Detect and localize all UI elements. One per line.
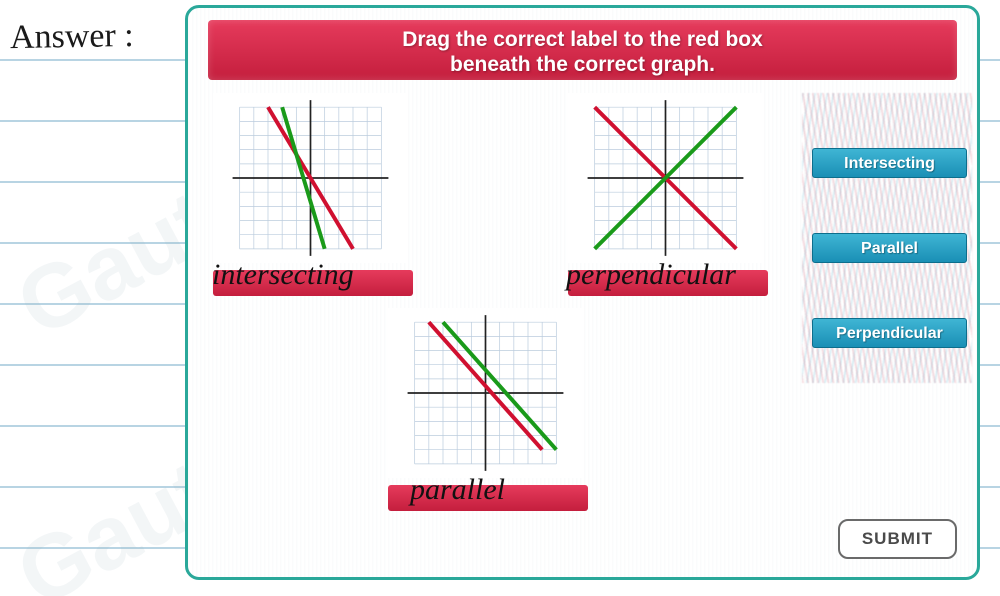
instruction-line-2: beneath the correct graph. bbox=[218, 52, 947, 77]
graph-perpendicular bbox=[568, 93, 763, 263]
instruction-banner: Drag the correct label to the red box be… bbox=[208, 20, 957, 80]
graph-intersecting bbox=[213, 93, 408, 263]
label-chip-intersecting[interactable]: Intersecting bbox=[812, 148, 967, 178]
label-chip-parallel[interactable]: Parallel bbox=[812, 233, 967, 263]
label-chip-perpendicular[interactable]: Perpendicular bbox=[812, 318, 967, 348]
activity-card: Drag the correct label to the red box be… bbox=[185, 5, 980, 580]
instruction-line-1: Drag the correct label to the red box bbox=[218, 27, 947, 52]
handwritten-answer-1: intersecting bbox=[212, 258, 354, 292]
graph-parallel bbox=[388, 308, 583, 478]
handwritten-answer-2: perpendicular bbox=[566, 258, 736, 292]
answer-prefix: Answer : bbox=[10, 17, 134, 57]
handwritten-answer-3: parallel bbox=[410, 473, 505, 507]
submit-button[interactable]: SUBMIT bbox=[838, 519, 957, 559]
